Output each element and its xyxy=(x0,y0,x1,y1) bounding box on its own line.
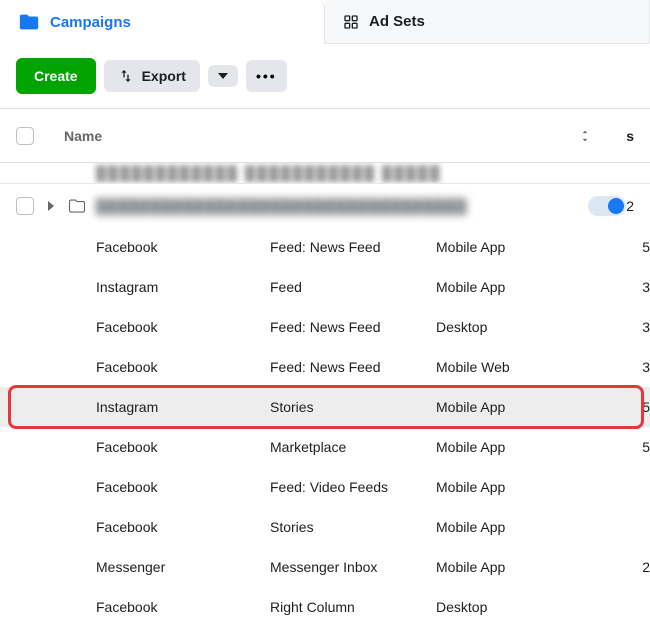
platform-cell: Facebook xyxy=(96,319,270,335)
placement-cell: Stories xyxy=(270,519,436,535)
placement-cell: Feed: News Feed xyxy=(270,359,436,375)
placement-cell: Feed xyxy=(270,279,436,295)
placement-cell: Stories xyxy=(270,399,436,415)
placement-cell: Right Column xyxy=(270,599,436,615)
row-trailing-partial: 3 xyxy=(638,279,650,295)
platform-cell: Instagram xyxy=(96,279,270,295)
export-button-label: Export xyxy=(142,68,186,84)
device-cell: Mobile App xyxy=(436,519,646,535)
sort-icon[interactable] xyxy=(578,129,592,143)
chevron-down-icon xyxy=(218,73,228,79)
table-body: ████████████ ███████████ █████ █████████… xyxy=(0,163,650,627)
platform-cell: Facebook xyxy=(96,479,270,495)
device-cell: Mobile Web xyxy=(436,359,638,375)
row-trailing-partial: 5 xyxy=(638,239,650,255)
device-cell: Mobile App xyxy=(436,439,638,455)
placement-row[interactable]: FacebookFeed: Video FeedsMobile App xyxy=(0,467,650,507)
create-button[interactable]: Create xyxy=(16,58,96,94)
placement-row[interactable]: FacebookFeed: News FeedMobile App5 xyxy=(0,227,650,267)
platform-cell: Instagram xyxy=(96,399,270,415)
placement-row[interactable]: InstagramStoriesMobile App5 xyxy=(0,387,650,427)
row-trailing-partial: 2 xyxy=(638,559,650,575)
export-button[interactable]: Export xyxy=(104,60,200,92)
placement-cell: Messenger Inbox xyxy=(270,559,436,575)
row-trailing-partial: 5 xyxy=(638,439,650,455)
placement-row[interactable]: FacebookMarketplaceMobile App5 xyxy=(0,427,650,467)
platform-cell: Facebook xyxy=(96,359,270,375)
table-header: Name s xyxy=(0,109,650,163)
tab-bar: Campaigns Ad Sets xyxy=(0,0,650,44)
placement-cell: Feed: News Feed xyxy=(270,239,436,255)
placement-cell: Feed: News Feed xyxy=(270,319,436,335)
export-dropdown-button[interactable] xyxy=(208,65,238,87)
column-header-partial: s xyxy=(622,128,634,144)
placement-cell: Marketplace xyxy=(270,439,436,455)
select-all-checkbox[interactable] xyxy=(16,127,34,145)
row-trailing-partial: 5 xyxy=(638,399,650,415)
row-trailing-partial: 3 xyxy=(638,359,650,375)
cutoff-blur: ████████████ ███████████ █████ xyxy=(96,165,442,181)
platform-cell: Facebook xyxy=(96,599,270,615)
device-cell: Mobile App xyxy=(436,399,638,415)
placement-row[interactable]: InstagramFeedMobile App3 xyxy=(0,267,650,307)
row-checkbox[interactable] xyxy=(16,197,34,215)
row-trailing-partial: 3 xyxy=(638,319,650,335)
toolbar: Create Export ••• xyxy=(0,44,650,109)
platform-cell: Facebook xyxy=(96,519,270,535)
device-cell: Desktop xyxy=(436,319,638,335)
placement-cell: Feed: Video Feeds xyxy=(270,479,436,495)
grid-icon xyxy=(343,14,359,30)
folder-outline-icon xyxy=(68,197,86,215)
swap-vertical-icon xyxy=(118,68,134,84)
column-header-name[interactable]: Name xyxy=(64,128,578,144)
placement-row[interactable]: FacebookFeed: News FeedDesktop3 xyxy=(0,307,650,347)
tab-campaigns-label: Campaigns xyxy=(50,14,131,31)
placement-row[interactable]: FacebookRight ColumnDesktop xyxy=(0,587,650,627)
more-icon: ••• xyxy=(256,68,277,84)
platform-cell: Facebook xyxy=(96,239,270,255)
create-button-label: Create xyxy=(34,68,78,84)
tab-campaigns[interactable]: Campaigns xyxy=(0,0,325,44)
folder-icon xyxy=(18,11,40,33)
platform-cell: Facebook xyxy=(96,439,270,455)
device-cell: Mobile App xyxy=(436,559,638,575)
device-cell: Desktop xyxy=(436,599,646,615)
more-button[interactable]: ••• xyxy=(246,60,287,92)
status-toggle[interactable] xyxy=(588,196,626,216)
device-cell: Mobile App xyxy=(436,239,638,255)
device-cell: Mobile App xyxy=(436,479,646,495)
placement-row[interactable]: FacebookFeed: News FeedMobile Web3 xyxy=(0,347,650,387)
chevron-right-icon[interactable] xyxy=(48,201,54,211)
platform-cell: Messenger xyxy=(96,559,270,575)
cutoff-row: ████████████ ███████████ █████ xyxy=(0,163,650,183)
placement-row[interactable]: FacebookStoriesMobile App xyxy=(0,507,650,547)
campaign-name-redacted: ██████████████████████████████████ xyxy=(96,198,588,214)
tab-adsets[interactable]: Ad Sets xyxy=(325,0,650,44)
device-cell: Mobile App xyxy=(436,279,638,295)
campaign-row[interactable]: ██████████████████████████████████ 2 xyxy=(0,183,650,227)
tab-adsets-label: Ad Sets xyxy=(369,13,425,30)
placement-row[interactable]: MessengerMessenger InboxMobile App2 xyxy=(0,547,650,587)
